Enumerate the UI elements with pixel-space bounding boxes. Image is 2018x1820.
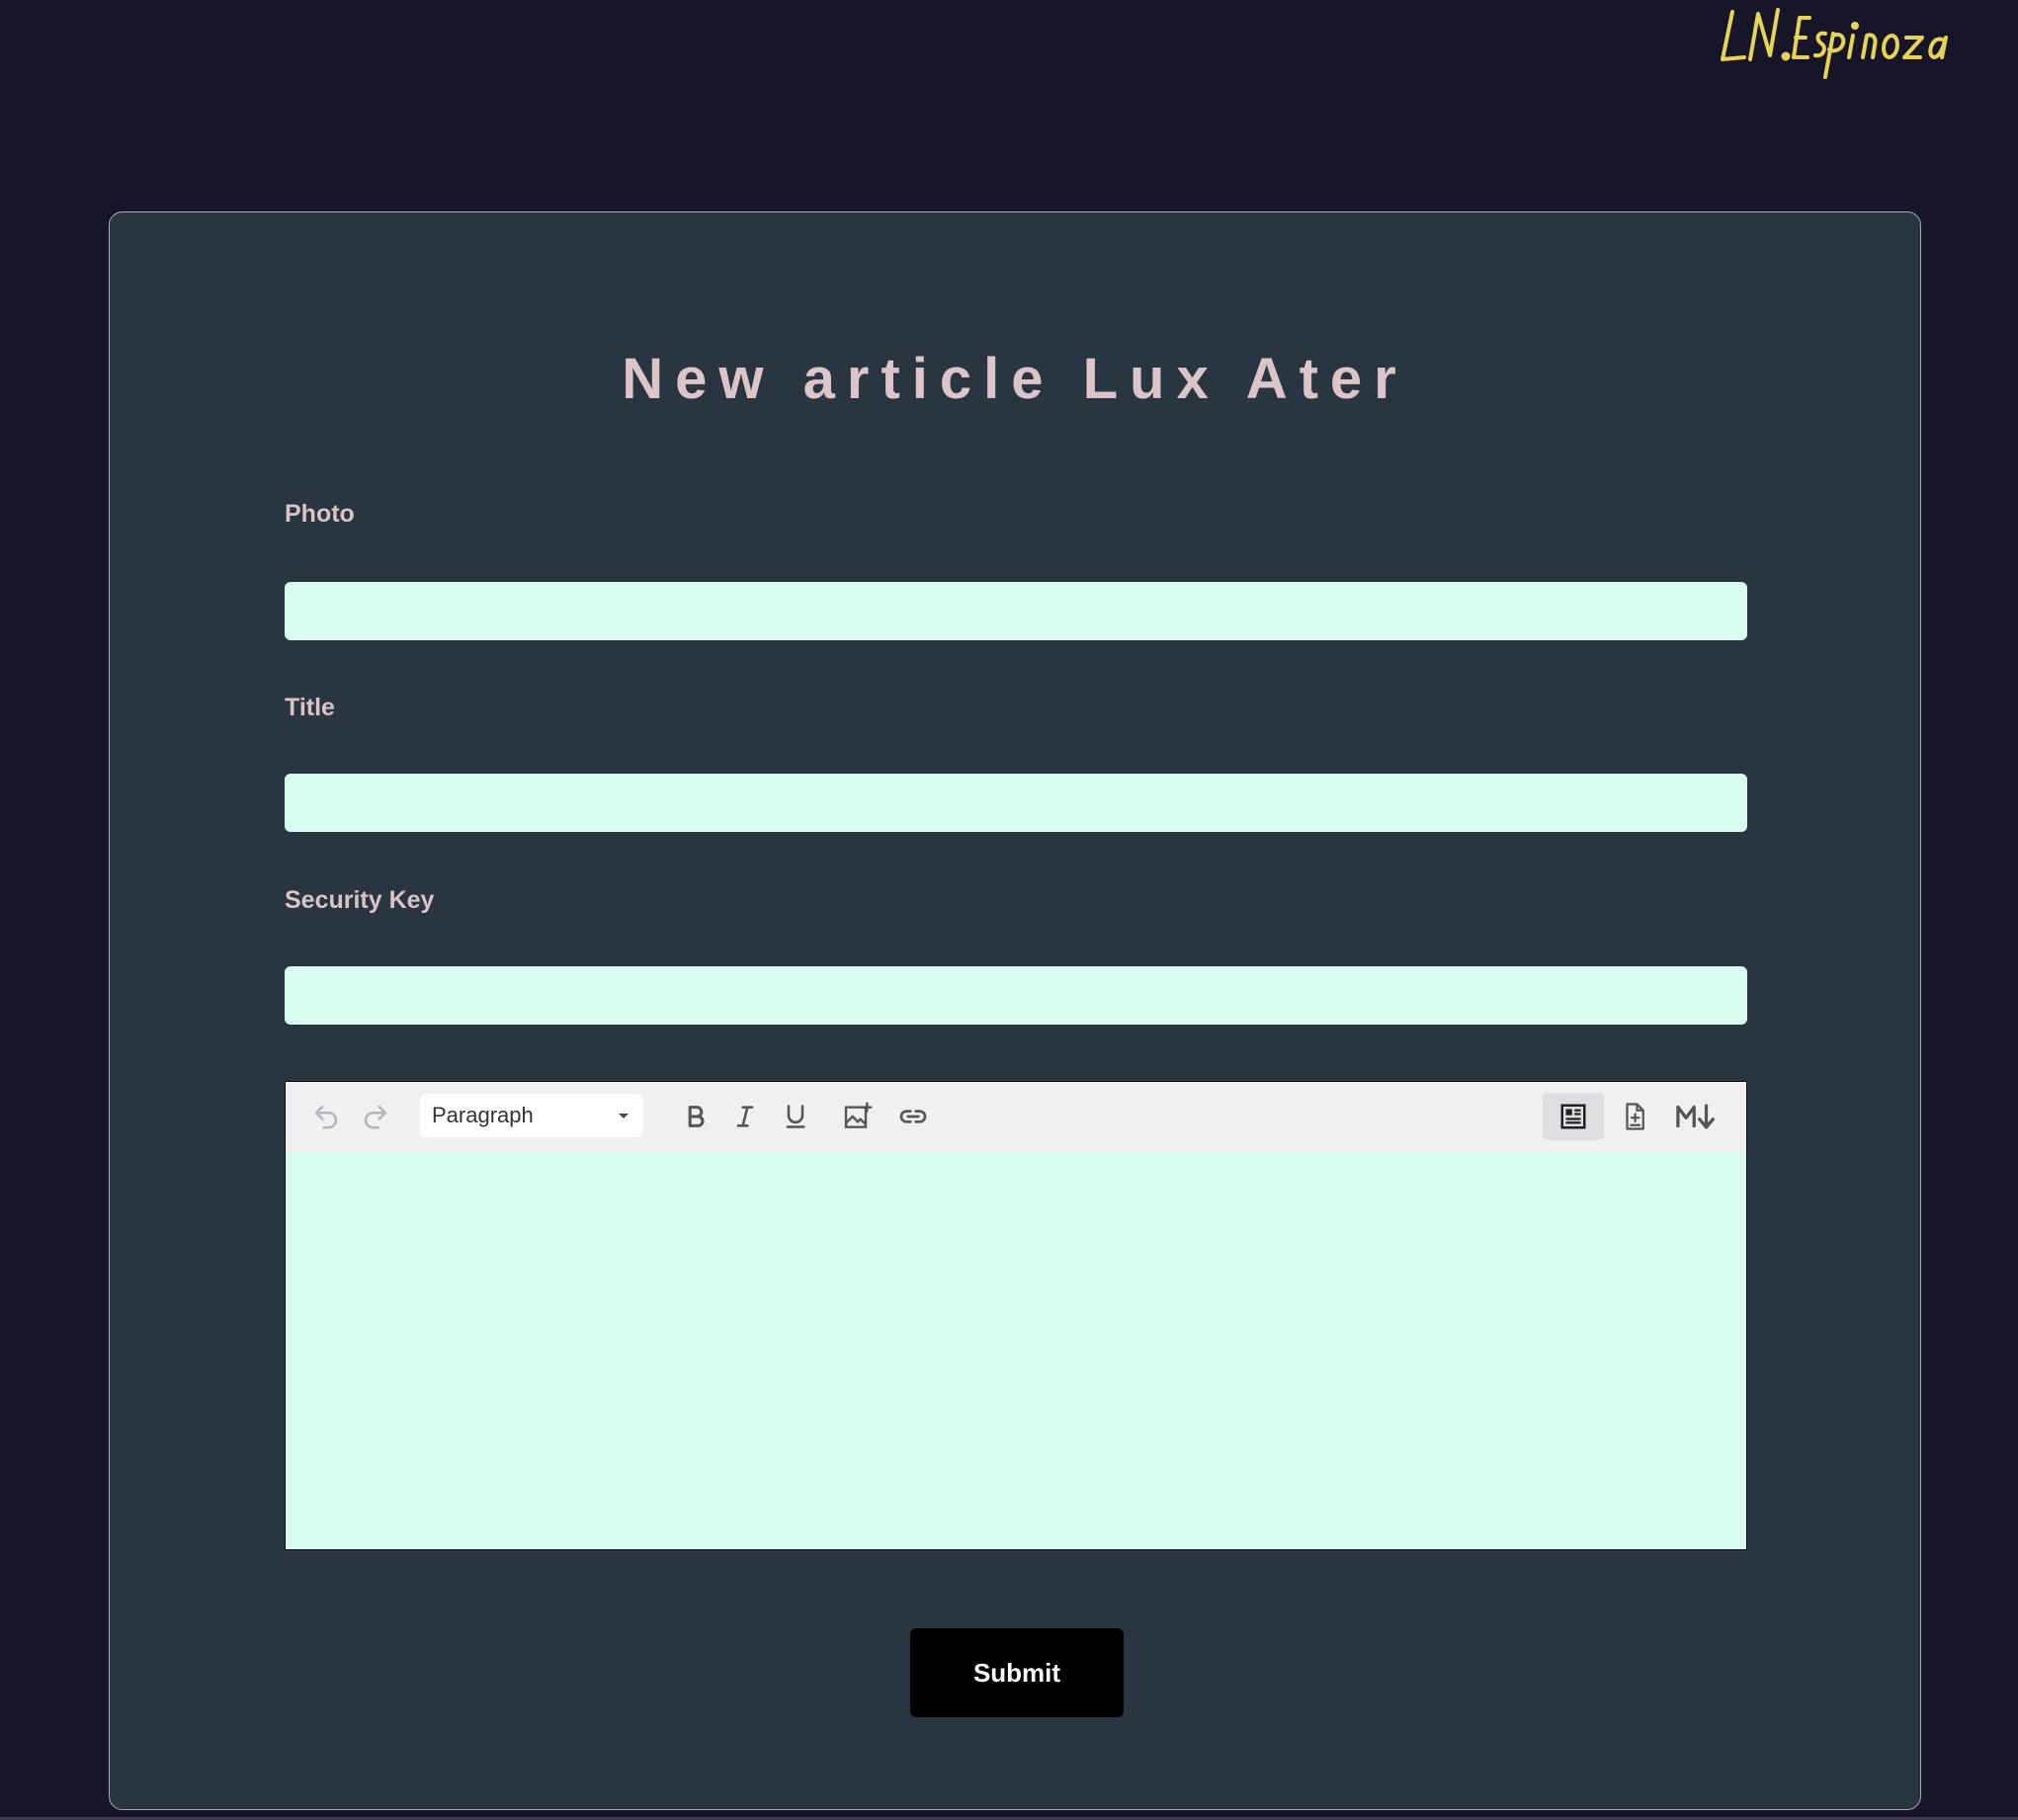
markdown-mode-button[interactable] — [1669, 1093, 1724, 1140]
security-key-label: Security Key — [285, 886, 435, 914]
link-icon — [899, 1110, 927, 1123]
insert-image-button[interactable] — [835, 1093, 881, 1140]
chevron-down-icon — [619, 1114, 629, 1118]
undo-button[interactable] — [303, 1093, 349, 1140]
redo-button[interactable] — [353, 1093, 398, 1140]
insert-image-icon — [844, 1102, 873, 1128]
editor-content-area[interactable] — [286, 1151, 1746, 1549]
rich-text-mode-button[interactable] — [1543, 1093, 1604, 1140]
undo-icon — [314, 1105, 338, 1129]
underline-button[interactable] — [773, 1093, 818, 1140]
submit-button[interactable]: Submit — [910, 1628, 1124, 1717]
block-format-select[interactable]: Paragraph — [420, 1094, 643, 1137]
editor-toolbar: Paragraph — [286, 1082, 1746, 1151]
bold-icon — [688, 1106, 705, 1127]
block-format-value: Paragraph — [432, 1103, 534, 1127]
photo-input[interactable] — [285, 582, 1747, 640]
page-title: New article Lux Ater — [622, 347, 1408, 411]
title-label: Title — [285, 694, 335, 721]
redo-icon — [364, 1105, 387, 1129]
article-form-card: New article Lux Ater Photo Title Securit… — [109, 211, 1921, 1810]
logo-signature — [1721, 8, 1948, 79]
title-input[interactable] — [285, 774, 1747, 832]
insert-link-button[interactable] — [890, 1093, 936, 1140]
italic-icon — [736, 1106, 754, 1127]
site-logo[interactable] — [1715, 2, 1981, 83]
photo-label: Photo — [285, 500, 355, 528]
italic-button[interactable] — [722, 1093, 768, 1140]
rich-text-mode-icon — [1560, 1104, 1586, 1129]
source-mode-button[interactable] — [1612, 1093, 1657, 1140]
markdown-mode-icon — [1676, 1104, 1716, 1129]
source-mode-icon — [1626, 1103, 1644, 1130]
rich-text-editor: Paragraph — [285, 1081, 1747, 1550]
security-key-input[interactable] — [285, 966, 1747, 1025]
underline-icon — [786, 1105, 805, 1128]
bold-button[interactable] — [673, 1093, 718, 1140]
